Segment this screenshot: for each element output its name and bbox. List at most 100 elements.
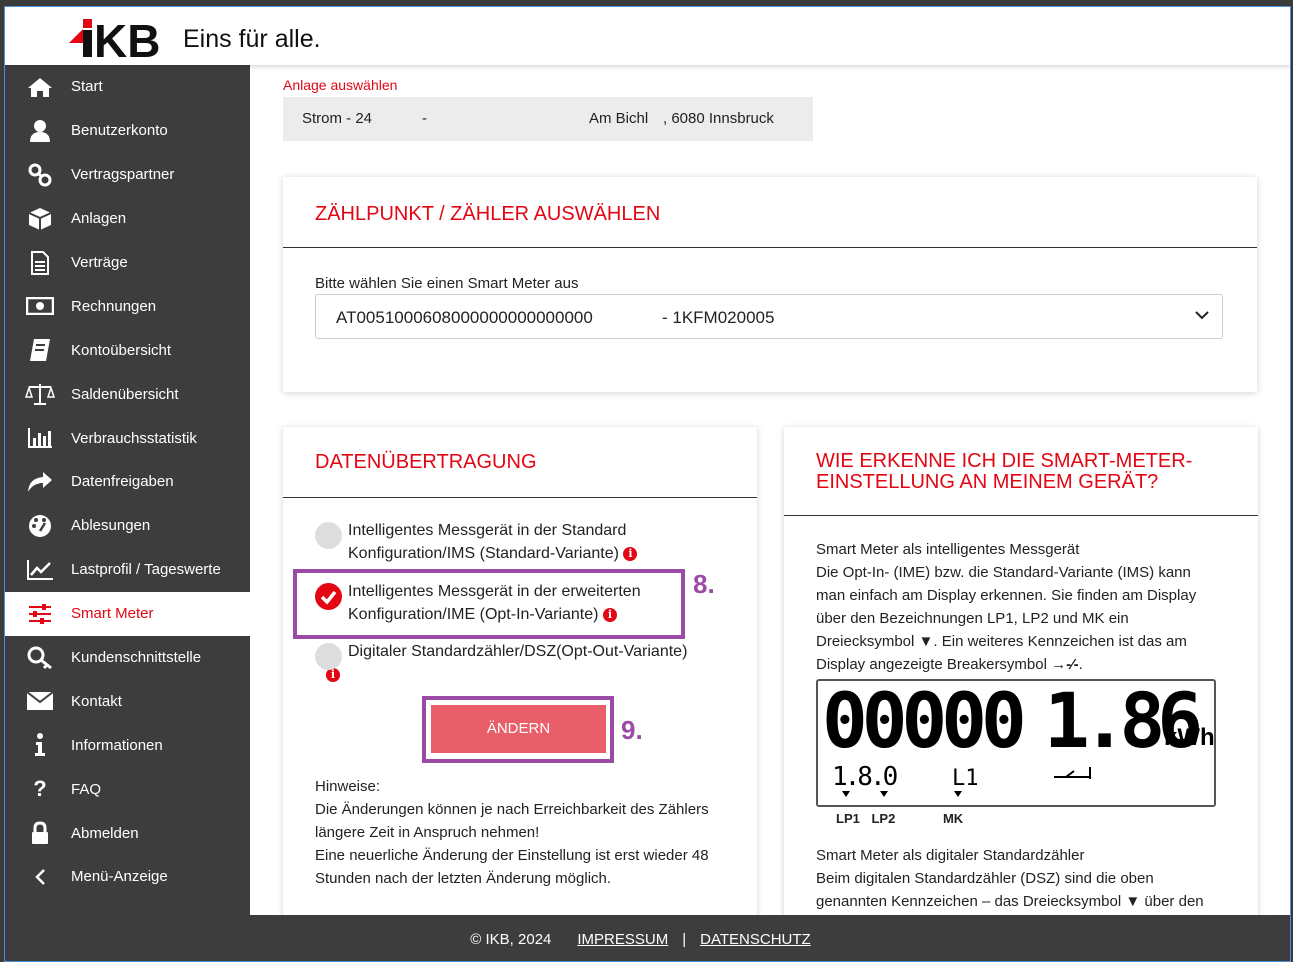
sidebar-item-vertragspartner[interactable]: Vertragspartner (5, 153, 250, 197)
sidebar-item-kontouebersicht[interactable]: Kontoübersicht (5, 328, 250, 372)
svg-text:KB: KB (94, 15, 160, 59)
sidebar-item-label: Menü-Anzeige (71, 868, 168, 886)
datenuebertragung-title: DATENÜBERTRAGUNG (315, 451, 537, 473)
question-icon: ? (33, 776, 47, 802)
option-label: Konfiguration/IMS (Standard-Variante) (348, 545, 619, 562)
radio-unchecked[interactable] (315, 522, 342, 549)
divider (283, 497, 757, 498)
info-icon[interactable]: i (623, 546, 638, 561)
scale-icon (25, 381, 55, 407)
lcd-code: 1.8.0 (832, 762, 897, 792)
subheading: Smart Meter als digitaler Standardzähler (816, 847, 1085, 864)
tagline: Eins für alle. (183, 24, 321, 53)
sidebar-item-label: Verträge (71, 254, 128, 271)
ikb-logo-mark: KB (69, 15, 160, 59)
text-line: Dreiecksymbol (816, 633, 915, 650)
title-line: WIE ERKENNE ICH DIE SMART-METER- (816, 450, 1193, 472)
radio-unchecked[interactable] (315, 643, 342, 670)
triangle-mk (954, 791, 962, 797)
anlage-select[interactable]: Strom - 24 - Am Bichl , 6080 Innsbruck (283, 97, 813, 141)
sidebar-item-kundenschnittstelle[interactable]: Kundenschnittstelle (5, 636, 250, 680)
sidebar-item-ablesungen[interactable]: Ablesungen (5, 504, 250, 548)
divider (283, 247, 1257, 248)
line-chart-icon (25, 557, 55, 583)
option-dsz[interactable]: Digitaler Standardzähler/DSZ(Opt-Out-Var… (315, 640, 687, 686)
sidebar-item-benutzerkonto[interactable]: Benutzerkonto (5, 109, 250, 153)
breaker-icon: →-⁄- (1051, 656, 1079, 673)
option-label: Digitaler Standardzähler/DSZ(Opt-Out-Var… (348, 643, 688, 660)
triangle-down-icon: ▼ (918, 633, 934, 650)
mail-icon (25, 688, 55, 714)
sidebar-item-label: Informationen (71, 736, 163, 754)
sidebar-item-label: Datenfreigaben (71, 473, 174, 491)
info-paragraph-1: Smart Meter als intelligentes Messgerät … (816, 538, 1236, 676)
sidebar-item-abmelden[interactable]: Abmelden (5, 811, 250, 855)
sidebar-item-smart-meter[interactable]: Smart Meter (5, 591, 250, 636)
sidebar-item-informationen[interactable]: Informationen (5, 723, 250, 767)
footer: © IKB, 2024 IMPRESSUM | DATENSCHUTZ (5, 915, 1290, 961)
text-line: man einfach am Display erkennen. Sie fin… (816, 587, 1197, 604)
text-line: . Ein weiteres Kennzeichen ist das am (933, 633, 1187, 650)
chevron-down-icon (1194, 307, 1210, 328)
sidebar-item-lastprofil[interactable]: Lastprofil / Tageswerte (5, 548, 250, 592)
link-icon (25, 162, 55, 188)
sidebar-item-menu-anzeige[interactable]: Menü-Anzeige (5, 855, 250, 899)
sidebar-item-label: FAQ (71, 780, 102, 798)
anlage-label: Anlage auswählen (283, 77, 398, 93)
sidebar-item-label: Anlagen (71, 210, 127, 228)
sidebar-item-label: Ablesungen (71, 517, 151, 535)
text-line: Beim digitalen Standardzähler (DSZ) sind… (816, 870, 1154, 887)
sidebar-item-label: Smart Meter (71, 605, 154, 623)
gauge-icon (25, 513, 55, 539)
step-8-highlight (293, 569, 685, 639)
option-ims[interactable]: Intelligentes Messgerät in der Standard … (315, 519, 638, 565)
hint-title: Hinweise: (315, 778, 381, 795)
home-icon (25, 74, 55, 100)
breaker-icon (1054, 767, 1091, 779)
sidebar-item-label: Kontakt (71, 692, 122, 710)
title-line: EINSTELLUNG AN MEINEM GERÄT? (816, 471, 1159, 493)
text-line: über den (1144, 893, 1204, 910)
lcd-value: 1.86 (1044, 681, 1199, 765)
sidebar-item-label: Abmelden (71, 824, 139, 842)
step-8-label: 8. (693, 569, 715, 599)
hint-line: Eine neuerliche Änderung der Einstellung… (315, 847, 709, 864)
sidebar-item-kontakt[interactable]: Kontakt (5, 679, 250, 723)
lcd-main-digits: 00000 (822, 681, 1023, 765)
sidebar-item-label: Start (71, 78, 103, 96)
anlage-type: Strom - 24 (302, 110, 373, 127)
sidebar-item-label: Kontoübersicht (71, 341, 172, 359)
lcd-labels: LP1 LP2 MK (836, 811, 963, 826)
option-label: Intelligentes Messgerät in der Standard (348, 522, 627, 539)
sidebar-item-verbrauchsstatistik[interactable]: Verbrauchsstatistik (5, 416, 250, 460)
lcd-label-lp1: LP1 (836, 811, 860, 826)
key-icon (25, 645, 55, 671)
bar-chart-icon (25, 425, 55, 451)
info-card: WIE ERKENNE ICH DIE SMART-METER- EINSTEL… (784, 427, 1258, 915)
text-line: Display angezeigte Breakersymbol (816, 656, 1047, 673)
info-card-title: WIE ERKENNE ICH DIE SMART-METER- EINSTEL… (784, 427, 1258, 515)
hint-line: Stunden nach der letzten Änderung möglic… (315, 870, 612, 887)
ikb-logo[interactable]: KB Eins für alle. (69, 15, 321, 59)
text-line: Die Opt-In- (IME) bzw. die Standard-Vari… (816, 564, 1191, 581)
sidebar-item-saldenuebersicht[interactable]: Saldenübersicht (5, 372, 250, 416)
datenschutz-link[interactable]: DATENSCHUTZ (700, 931, 811, 948)
triangle-lp1 (842, 791, 850, 797)
sidebar-item-faq[interactable]: ? FAQ (5, 767, 250, 811)
sidebar-item-datenfreigaben[interactable]: Datenfreigaben (5, 460, 250, 504)
sidebar-item-start[interactable]: Start (5, 65, 250, 109)
main-content: Anlage auswählen Strom - 24 - Am Bichl ,… (250, 65, 1290, 915)
smart-meter-select[interactable]: AT0051000608000000000000000 - 1KFM020005 (315, 294, 1223, 339)
datenuebertragung-card: DATENÜBERTRAGUNG Intelligentes Messgerät… (283, 427, 757, 915)
footer-separator: | (682, 930, 687, 948)
aendern-button[interactable]: ÄNDERN (431, 705, 606, 753)
sidebar-item-rechnungen[interactable]: Rechnungen (5, 284, 250, 328)
anlage-separator: - (422, 110, 427, 127)
sidebar-item-vertraege[interactable]: Verträge (5, 241, 250, 285)
lcd-unit: kWh (1164, 724, 1214, 751)
sidebar-item-label: Lastprofil / Tageswerte (71, 561, 221, 579)
subheading: Smart Meter als intelligentes Messgerät (816, 541, 1080, 558)
impressum-link[interactable]: IMPRESSUM (577, 931, 668, 948)
sidebar-item-anlagen[interactable]: Anlagen (5, 197, 250, 241)
lcd-phase: L1 (952, 766, 979, 791)
